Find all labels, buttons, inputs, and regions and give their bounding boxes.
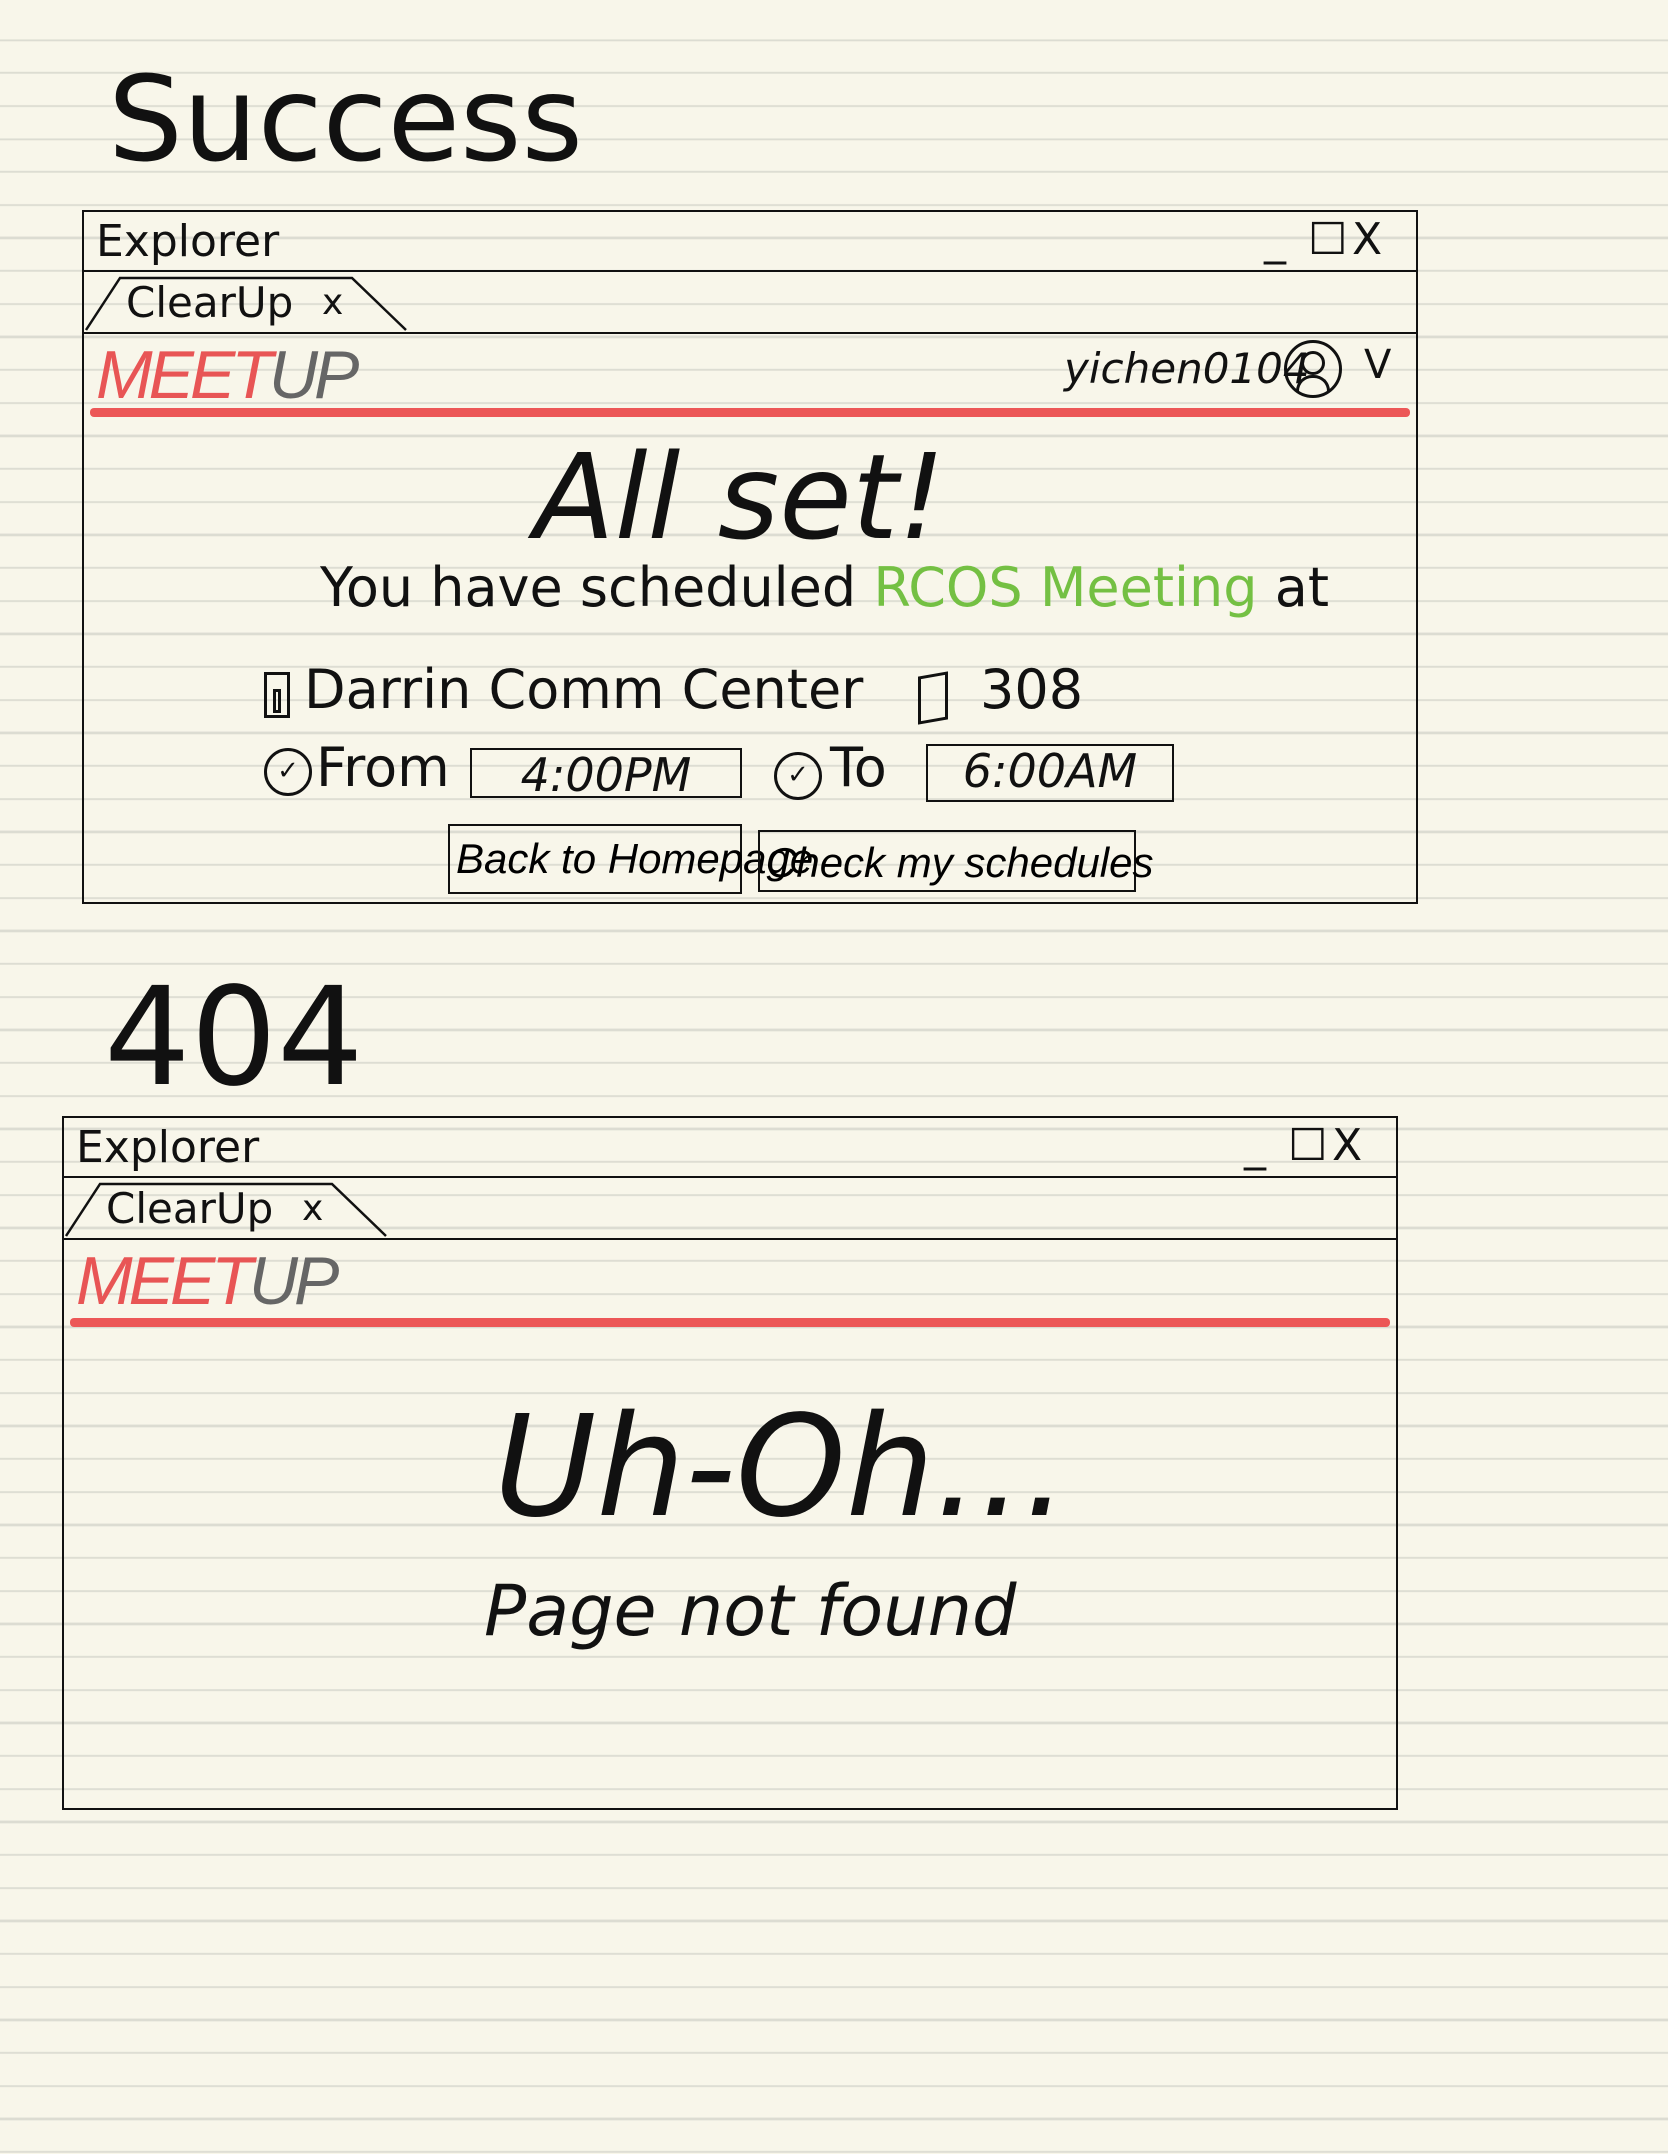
minimize-button[interactable]: _	[1264, 214, 1286, 266]
tab-bar: ClearUp x	[84, 272, 1416, 334]
logo-up: UP	[248, 1243, 339, 1319]
window-title: Explorer	[96, 216, 280, 267]
close-button[interactable]: X	[1332, 1120, 1362, 1172]
header-divider	[90, 408, 1410, 417]
user-avatar-icon[interactable]	[1284, 340, 1342, 398]
window-title: Explorer	[76, 1122, 260, 1173]
tab-label: ClearUp	[106, 1184, 274, 1233]
app-header: MEETUP	[64, 1240, 1396, 1322]
check-schedules-button[interactable]: Check my schedules	[758, 830, 1154, 892]
tab-bar: ClearUp x	[64, 1178, 1396, 1240]
minimize-button[interactable]: _	[1244, 1120, 1266, 1172]
tab-close-icon[interactable]: x	[322, 282, 343, 323]
username[interactable]: yichen0104	[1064, 344, 1310, 393]
tab-clearup[interactable]: ClearUp x	[84, 272, 414, 332]
notfound-section-title: 404	[104, 959, 364, 1117]
back-to-homepage-button[interactable]: Back to Homepage	[448, 824, 813, 894]
success-section-title: Success	[108, 50, 583, 188]
door-icon	[918, 671, 948, 725]
notfound-browser-window: Explorer _ ☐ X ClearUp x MEETUP Uh-Oh...…	[62, 1116, 1398, 1810]
logo-meet: MEET	[76, 1243, 253, 1319]
sentence-suffix: at	[1274, 556, 1329, 619]
success-browser-window: Explorer _ ☐ X ClearUp x MEETUP yichen01…	[82, 210, 1418, 904]
location-text: Darrin Comm Center	[304, 658, 864, 721]
window-titlebar: Explorer _ ☐ X	[84, 212, 1416, 272]
to-time-field[interactable]: 6:00AM	[926, 744, 1174, 802]
from-time-field[interactable]: 4:00PM	[470, 748, 742, 800]
close-button[interactable]: X	[1352, 214, 1382, 266]
from-label: From	[316, 736, 450, 799]
chevron-down-icon[interactable]: V	[1364, 342, 1391, 388]
sentence-prefix: You have scheduled	[320, 556, 857, 619]
meetup-logo[interactable]: MEETUP	[96, 336, 359, 414]
window-titlebar: Explorer _ ☐ X	[64, 1118, 1396, 1178]
tab-clearup[interactable]: ClearUp x	[64, 1178, 394, 1238]
tab-label: ClearUp	[126, 278, 294, 327]
error-message: Page not found	[484, 1570, 1017, 1652]
logo-up: UP	[268, 337, 359, 413]
logo-meet: MEET	[96, 337, 273, 413]
success-heading: All set!	[534, 428, 946, 566]
building-icon	[264, 672, 290, 718]
error-heading: Uh-Oh...	[494, 1386, 1069, 1549]
tab-close-icon[interactable]: x	[302, 1188, 323, 1229]
meeting-name[interactable]: RCOS Meeting	[873, 556, 1257, 619]
clock-icon: ✓	[264, 748, 312, 796]
meetup-logo[interactable]: MEETUP	[76, 1242, 339, 1320]
app-header: MEETUP yichen0104 V	[84, 334, 1416, 416]
to-label: To	[830, 736, 887, 799]
room-text: 308	[980, 658, 1084, 721]
clock-icon: ✓	[774, 752, 822, 800]
maximize-button[interactable]: ☐	[1288, 1120, 1327, 1172]
maximize-button[interactable]: ☐	[1308, 214, 1347, 266]
schedule-sentence: You have scheduled RCOS Meeting at	[320, 556, 1329, 619]
header-divider	[70, 1318, 1390, 1327]
